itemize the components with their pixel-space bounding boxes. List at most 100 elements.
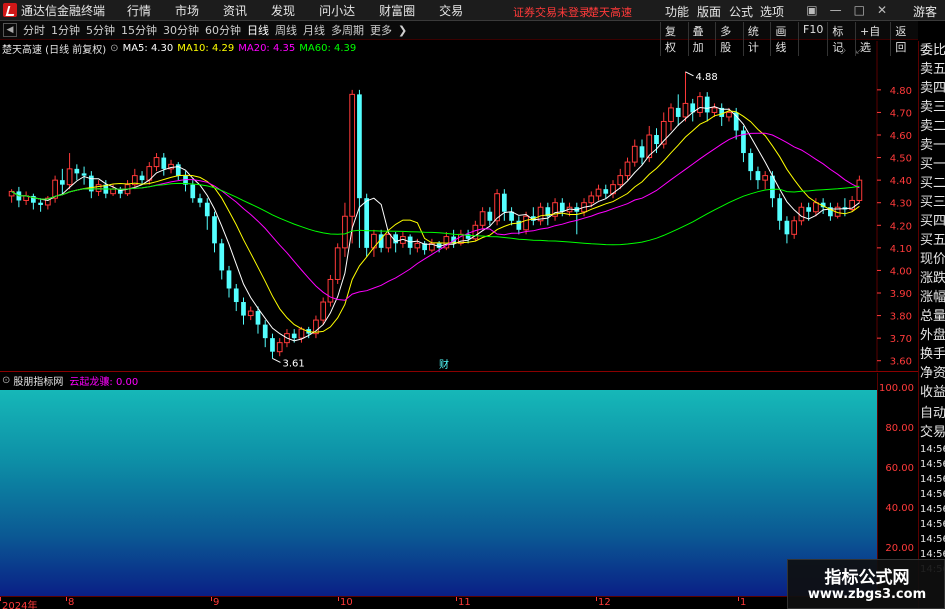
side-item-15[interactable]: 外盘: [919, 326, 945, 345]
menu-item-news[interactable]: 资讯: [215, 2, 255, 19]
xaxis-label: 12: [598, 597, 611, 608]
candle-body: [190, 184, 196, 199]
period-more[interactable]: 更多: [370, 22, 392, 38]
xaxis-tick: [0, 597, 1, 601]
menu-item-layout[interactable]: 版面: [697, 3, 721, 20]
candle-body: [603, 189, 609, 194]
menu-item-options[interactable]: 选项: [760, 3, 784, 20]
side-item-16[interactable]: 换手: [919, 345, 945, 364]
candle-body: [342, 215, 348, 249]
side-lower-1[interactable]: 交易: [919, 423, 945, 442]
user-guest[interactable]: 游客: [913, 3, 937, 20]
login-status[interactable]: 证券交易未登录: [513, 4, 590, 20]
xaxis-tick: [66, 597, 67, 601]
xaxis-label: 9: [213, 597, 220, 608]
candle-body: [110, 188, 116, 195]
side-item-5[interactable]: 卖一: [919, 136, 945, 155]
menu-item-discover[interactable]: 发现: [263, 2, 303, 19]
trade-time-0: 14:56: [920, 444, 945, 455]
indicator-ytick: 100.00: [879, 383, 914, 394]
period-15min[interactable]: 15分钟: [121, 22, 157, 38]
candle-body: [777, 198, 783, 221]
watermark-url: www.zbgs3.com: [807, 587, 927, 602]
menu-bar: 通达信金融终端 行情 市场 资讯 发现 问小达 财富圈 交易 证券交易未登录 楚…: [0, 0, 945, 21]
candle-body: [262, 324, 268, 339]
period-daily[interactable]: 日线: [247, 22, 269, 38]
side-item-0[interactable]: 委比: [919, 41, 945, 60]
side-item-3[interactable]: 卖三: [919, 98, 945, 117]
menu-item-formula[interactable]: 公式: [729, 3, 753, 20]
period-1min[interactable]: 1分钟: [51, 22, 80, 38]
candle-body: [682, 102, 689, 118]
candlestick-chart[interactable]: 4.80 4.70 4.60 4.50 4.40 4.30 4.20 4.10 4.00 3.90…: [0, 41, 918, 372]
side-item-1[interactable]: 卖五: [919, 60, 945, 79]
period-intraday[interactable]: 分时: [23, 22, 45, 38]
candle-body: [241, 302, 246, 316]
menu-item-market[interactable]: 市场: [167, 2, 207, 19]
side-item-10[interactable]: 买五: [919, 231, 945, 250]
candle-body: [479, 211, 486, 226]
side-item-4[interactable]: 卖二: [919, 117, 945, 136]
period-60min[interactable]: 60分钟: [205, 22, 241, 38]
indicator-name[interactable]: 股朋指标网: [13, 373, 63, 388]
maximize-icon[interactable]: □: [854, 3, 865, 17]
candle-body: [204, 202, 210, 217]
watermark-title: 指标公式网: [824, 568, 910, 588]
candle-body: [813, 202, 819, 213]
high-price-annotation: 4.88: [695, 72, 717, 83]
candle-body: [327, 278, 334, 303]
candle-body: [349, 93, 356, 217]
menu-item-functions[interactable]: 功能: [665, 3, 689, 20]
minimize-icon[interactable]: —: [830, 3, 842, 17]
candle-body: [711, 107, 718, 113]
watermark-logo: 指标公式网 www.zbgs3.com: [787, 559, 945, 609]
indicator-ytick: 80.00: [885, 423, 914, 434]
ytick-label: 4.70: [890, 108, 912, 119]
candle-body: [357, 94, 362, 199]
side-item-12[interactable]: 涨跌: [919, 269, 945, 288]
window-controls: ▣ — □ ✕: [806, 3, 887, 17]
side-item-9[interactable]: 买四: [919, 212, 945, 231]
diamond-icon: ◇: [838, 45, 846, 56]
candle-body: [247, 310, 254, 317]
side-item-11[interactable]: 现价: [919, 250, 945, 269]
candle-body: [697, 96, 703, 113]
menu-item-quotes[interactable]: 行情: [119, 2, 159, 19]
candle-body: [748, 153, 754, 172]
settings-icon[interactable]: ⊙: [110, 43, 118, 54]
candle-body: [798, 206, 805, 222]
menu-item-ask[interactable]: 问小达: [311, 2, 363, 19]
side-item-7[interactable]: 买二: [919, 174, 945, 193]
side-item-8[interactable]: 买三: [919, 193, 945, 212]
close-icon[interactable]: ✕: [877, 3, 887, 17]
side-item-14[interactable]: 总量: [919, 307, 945, 326]
side-item-6[interactable]: 买一: [919, 155, 945, 174]
tile-icon[interactable]: ▣: [806, 3, 817, 17]
ytick-label: 3.60: [890, 357, 912, 368]
time-axis: 2024年 8 9 10 11 12 1: [0, 596, 918, 609]
ma10-line: [11, 110, 860, 333]
side-item-13[interactable]: 涨幅: [919, 288, 945, 307]
xaxis-tick: [211, 597, 212, 601]
period-multi[interactable]: 多周期: [331, 22, 364, 38]
indicator-settings-icon[interactable]: ⊙: [2, 375, 10, 386]
period-5min[interactable]: 5分钟: [86, 22, 115, 38]
period-30min[interactable]: 30分钟: [163, 22, 199, 38]
candle-body: [74, 168, 80, 174]
menu-item-trade[interactable]: 交易: [431, 2, 471, 19]
candle-body: [487, 211, 493, 221]
current-stock-label: 楚天高速: [588, 6, 632, 19]
period-weekly[interactable]: 周线: [275, 22, 297, 38]
side-item-17[interactable]: 净资: [919, 364, 945, 383]
menu-item-wealth[interactable]: 财富圈: [371, 2, 423, 19]
toolbar-collapse-icon[interactable]: ◀: [3, 23, 17, 37]
candle-body: [197, 198, 203, 203]
chevron-right-icon[interactable]: ❯: [398, 24, 407, 37]
side-item-18[interactable]: 收益: [919, 383, 945, 402]
indicator-area[interactable]: [0, 390, 877, 596]
ytick-label: 3.80: [890, 312, 912, 323]
ma5-label: MA5: 4.30: [122, 43, 174, 54]
side-item-2[interactable]: 卖四: [919, 79, 945, 98]
period-monthly[interactable]: 月线: [303, 22, 325, 38]
side-lower-0[interactable]: 自动: [919, 404, 945, 423]
